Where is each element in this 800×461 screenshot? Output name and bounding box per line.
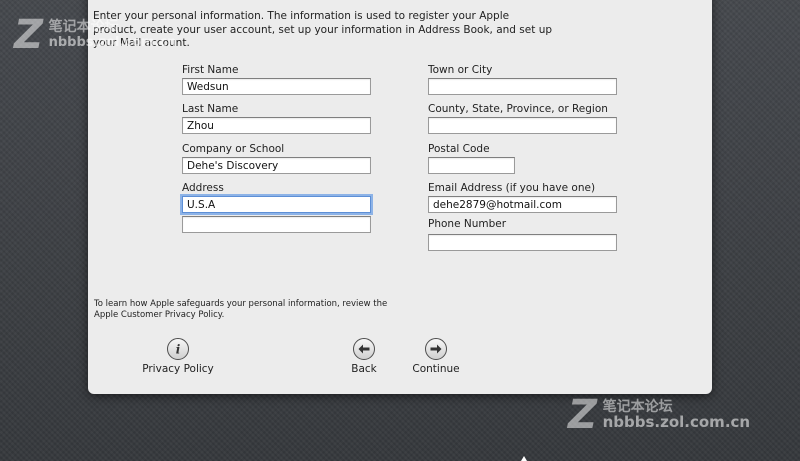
back-label: Back	[351, 363, 377, 375]
mouse-cursor-icon	[521, 456, 527, 461]
postal-code-label: Postal Code	[428, 143, 490, 155]
address-field-line2[interactable]	[182, 216, 371, 233]
watermark-logo-icon: Z	[568, 392, 598, 438]
privacy-policy-button[interactable]: i Privacy Policy	[137, 338, 219, 375]
privacy-policy-label: Privacy Policy	[142, 363, 214, 375]
company-label: Company or School	[182, 143, 285, 155]
email-field[interactable]	[428, 196, 617, 213]
svg-text:i: i	[176, 343, 181, 355]
first-name-label: First Name	[182, 64, 239, 76]
first-name-field[interactable]	[182, 78, 371, 95]
watermark-top: Z 笔记本论坛 nbbbs.zol.com.cn	[14, 12, 176, 58]
address-field-line1[interactable]	[182, 196, 371, 213]
town-label: Town or City	[428, 64, 493, 76]
back-button[interactable]: Back	[334, 338, 394, 375]
left-arrow-icon	[353, 338, 375, 360]
continue-label: Continue	[412, 363, 460, 375]
postal-code-field[interactable]	[428, 157, 515, 174]
privacy-note: To learn how Apple safeguards your perso…	[94, 299, 388, 320]
town-field[interactable]	[428, 78, 617, 95]
phone-label: Phone Number	[428, 218, 507, 230]
info-icon: i	[167, 338, 189, 360]
watermark-url: nbbbs.zol.com.cn	[602, 413, 751, 431]
last-name-field[interactable]	[182, 117, 371, 134]
continue-button[interactable]: Continue	[406, 338, 466, 375]
email-label: Email Address (if you have one)	[428, 182, 596, 194]
phone-field[interactable]	[428, 234, 617, 251]
watermark-logo-icon: Z	[14, 12, 44, 58]
watermark-url: nbbbs.zol.com.cn	[48, 35, 177, 50]
last-name-label: Last Name	[182, 103, 239, 115]
watermark-cn: 笔记本论坛	[48, 19, 119, 35]
right-arrow-icon	[425, 338, 447, 360]
county-label: County, State, Province, or Region	[428, 103, 608, 115]
watermark-bottom: Z 笔记本论坛 nbbbs.zol.com.cn	[568, 392, 750, 438]
company-field[interactable]	[182, 157, 371, 174]
address-label: Address	[182, 182, 224, 194]
county-field[interactable]	[428, 117, 617, 134]
